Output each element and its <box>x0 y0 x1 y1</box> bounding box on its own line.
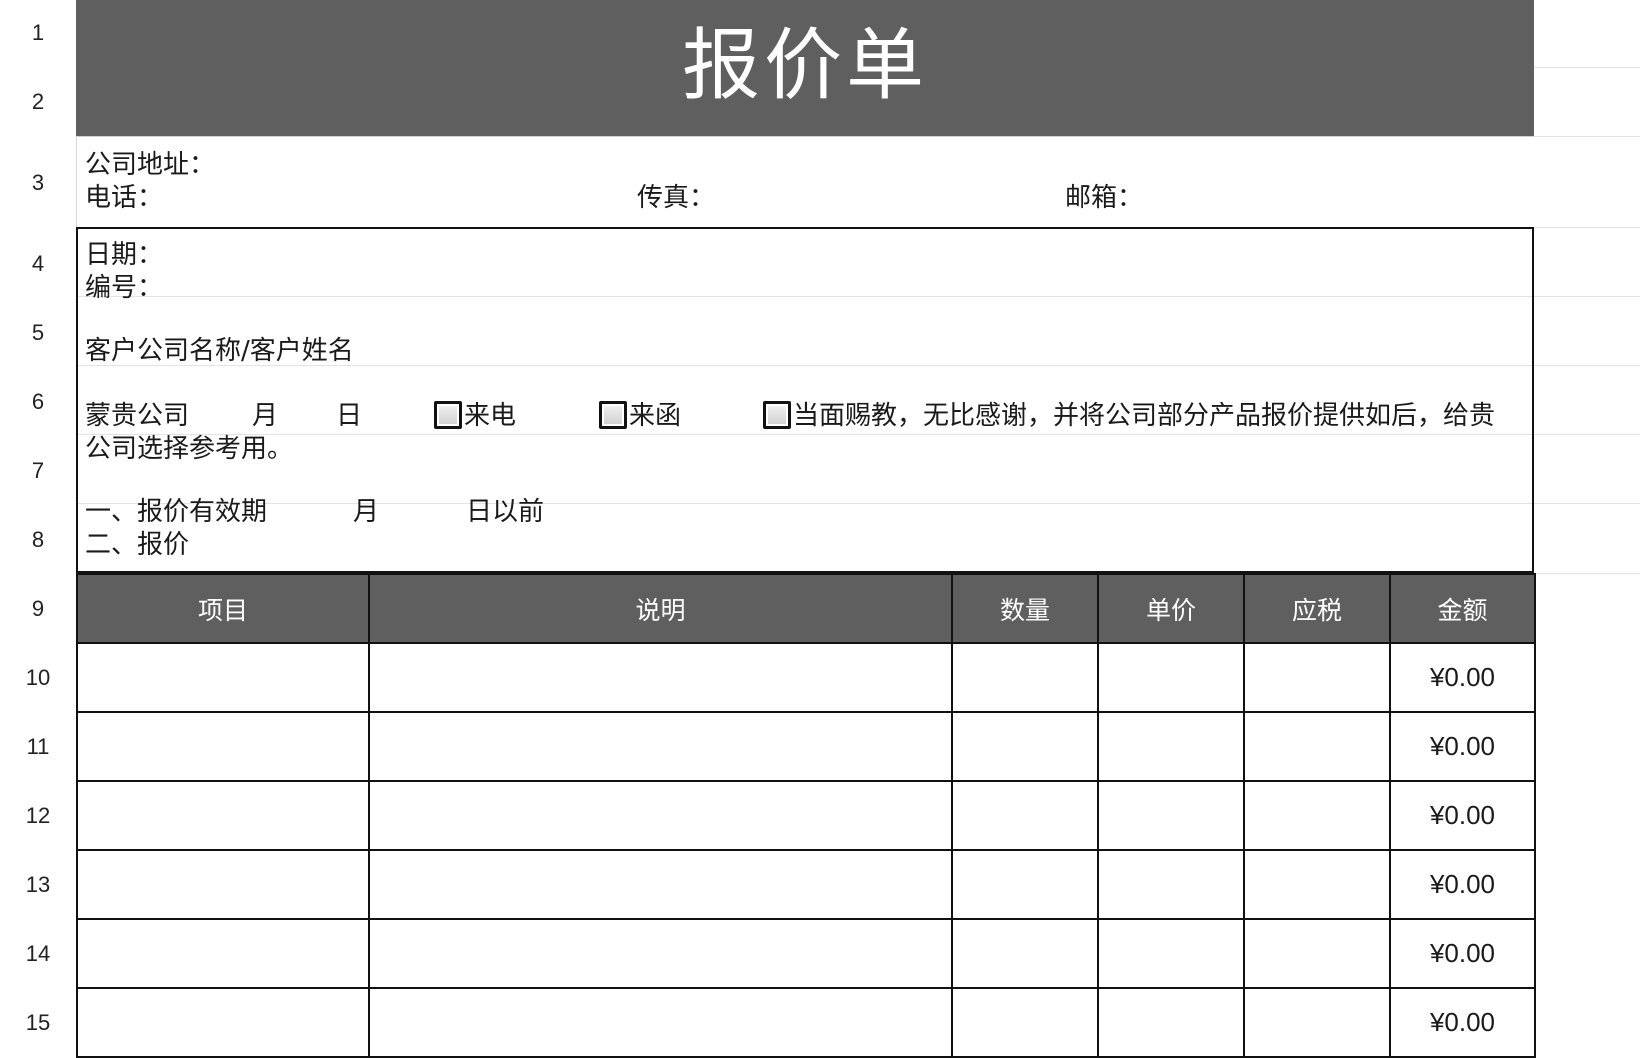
description-cell[interactable] <box>368 642 953 713</box>
description-cell[interactable] <box>368 987 953 1058</box>
date-label: 日期： <box>85 240 164 270</box>
unit-price-cell[interactable] <box>1097 918 1245 989</box>
quantity-cell[interactable] <box>951 849 1099 920</box>
validity-suffix: 日以前 <box>466 497 545 527</box>
option-call[interactable]: 来电 <box>434 400 516 432</box>
checkbox-icon[interactable] <box>599 401 627 429</box>
taxable-cell[interactable] <box>1243 711 1391 782</box>
greeting-line2: 公司选择参考用。 <box>85 434 294 464</box>
title-cell[interactable]: 报价单 <box>76 0 1534 137</box>
row-number[interactable]: 2 <box>0 89 76 115</box>
row-number[interactable]: 14 <box>0 941 76 967</box>
quantity-cell[interactable] <box>951 918 1099 989</box>
table-row: ¥0.00 <box>76 711 1536 782</box>
table-row: ¥0.00 <box>76 849 1536 920</box>
quantity-cell[interactable] <box>951 987 1099 1058</box>
row-number[interactable]: 6 <box>0 389 76 415</box>
column-header-taxable[interactable]: 应税 <box>1243 573 1391 644</box>
amount-cell[interactable]: ¥0.00 <box>1389 780 1536 851</box>
table-row: ¥0.00 <box>76 642 1536 713</box>
taxable-cell[interactable] <box>1243 987 1391 1058</box>
row-number[interactable]: 13 <box>0 872 76 898</box>
greeting-prefix: 蒙贵公司 <box>85 401 190 431</box>
quantity-cell[interactable] <box>951 780 1099 851</box>
validity-prefix: 一、报价有效期 <box>85 497 268 527</box>
day-label: 日 <box>336 401 363 431</box>
item-cell[interactable] <box>76 918 370 989</box>
option-call-label: 来电 <box>464 401 517 431</box>
taxable-cell[interactable] <box>1243 849 1391 920</box>
amount-cell[interactable]: ¥0.00 <box>1389 711 1536 782</box>
number-label: 编号： <box>85 273 164 303</box>
validity-month: 月 <box>353 497 380 527</box>
unit-price-cell[interactable] <box>1097 849 1245 920</box>
table-row: ¥0.00 <box>76 918 1536 989</box>
table-header-row: 项目 说明 数量 单价 应税 金额 <box>76 573 1536 644</box>
unit-price-cell[interactable] <box>1097 642 1245 713</box>
row-number[interactable]: 12 <box>0 803 76 829</box>
row-number[interactable]: 5 <box>0 320 76 346</box>
row-number[interactable]: 15 <box>0 1010 76 1036</box>
description-cell[interactable] <box>368 918 953 989</box>
unit-price-cell[interactable] <box>1097 780 1245 851</box>
item-cell[interactable] <box>76 711 370 782</box>
row-number[interactable]: 4 <box>0 251 76 277</box>
column-header-item[interactable]: 项目 <box>76 573 370 644</box>
taxable-cell[interactable] <box>1243 642 1391 713</box>
amount-cell[interactable]: ¥0.00 <box>1389 918 1536 989</box>
row-number[interactable]: 10 <box>0 665 76 691</box>
email-label: 邮箱： <box>1065 183 1144 213</box>
fax-label: 传真： <box>637 183 716 213</box>
amount-cell[interactable]: ¥0.00 <box>1389 849 1536 920</box>
checkbox-icon[interactable] <box>763 401 791 429</box>
row-number[interactable]: 7 <box>0 458 76 484</box>
unit-price-cell[interactable] <box>1097 711 1245 782</box>
checkbox-icon[interactable] <box>434 401 462 429</box>
option-letter-label: 来函 <box>629 401 682 431</box>
quantity-cell[interactable] <box>951 711 1099 782</box>
option-visit[interactable]: 当面赐教，无比感谢，并将公司部分产品报价提供如后，给贵 <box>763 400 1495 432</box>
address-label: 公司地址： <box>85 150 216 180</box>
option-letter[interactable]: 来函 <box>599 400 681 432</box>
column-header-description[interactable]: 说明 <box>368 573 953 644</box>
quote-label: 二、报价 <box>85 530 190 560</box>
column-header-amount[interactable]: 金额 <box>1389 573 1536 644</box>
phone-label: 电话： <box>85 183 164 213</box>
page-title: 报价单 <box>681 21 928 111</box>
spreadsheet: 1 2 3 4 5 6 7 8 9 10 11 12 13 14 15 报价单 … <box>0 0 1640 1058</box>
item-cell[interactable] <box>76 987 370 1058</box>
amount-cell[interactable]: ¥0.00 <box>1389 987 1536 1058</box>
row-number[interactable]: 1 <box>0 20 76 46</box>
amount-cell[interactable]: ¥0.00 <box>1389 642 1536 713</box>
month-label: 月 <box>252 401 279 431</box>
row-number[interactable]: 3 <box>0 170 76 196</box>
row-number[interactable]: 9 <box>0 596 76 622</box>
column-header-quantity[interactable]: 数量 <box>951 573 1099 644</box>
item-cell[interactable] <box>76 780 370 851</box>
table-row: ¥0.00 <box>76 780 1536 851</box>
column-header-unit-price[interactable]: 单价 <box>1097 573 1245 644</box>
unit-price-cell[interactable] <box>1097 987 1245 1058</box>
description-cell[interactable] <box>368 849 953 920</box>
description-cell[interactable] <box>368 711 953 782</box>
option-visit-label: 当面赐教，无比感谢，并将公司部分产品报价提供如后，给贵 <box>793 401 1496 431</box>
item-cell[interactable] <box>76 642 370 713</box>
table-row: ¥0.00 <box>76 987 1536 1058</box>
row-number[interactable]: 11 <box>0 734 76 760</box>
taxable-cell[interactable] <box>1243 918 1391 989</box>
description-cell[interactable] <box>368 780 953 851</box>
quote-table: 项目 说明 数量 单价 应税 金额 ¥0.00 ¥0.00 ¥0.00 ¥0.0… <box>76 573 1536 1058</box>
row-number[interactable]: 8 <box>0 527 76 553</box>
customer-label: 客户公司名称/客户姓名 <box>85 336 354 366</box>
item-cell[interactable] <box>76 849 370 920</box>
taxable-cell[interactable] <box>1243 780 1391 851</box>
quantity-cell[interactable] <box>951 642 1099 713</box>
